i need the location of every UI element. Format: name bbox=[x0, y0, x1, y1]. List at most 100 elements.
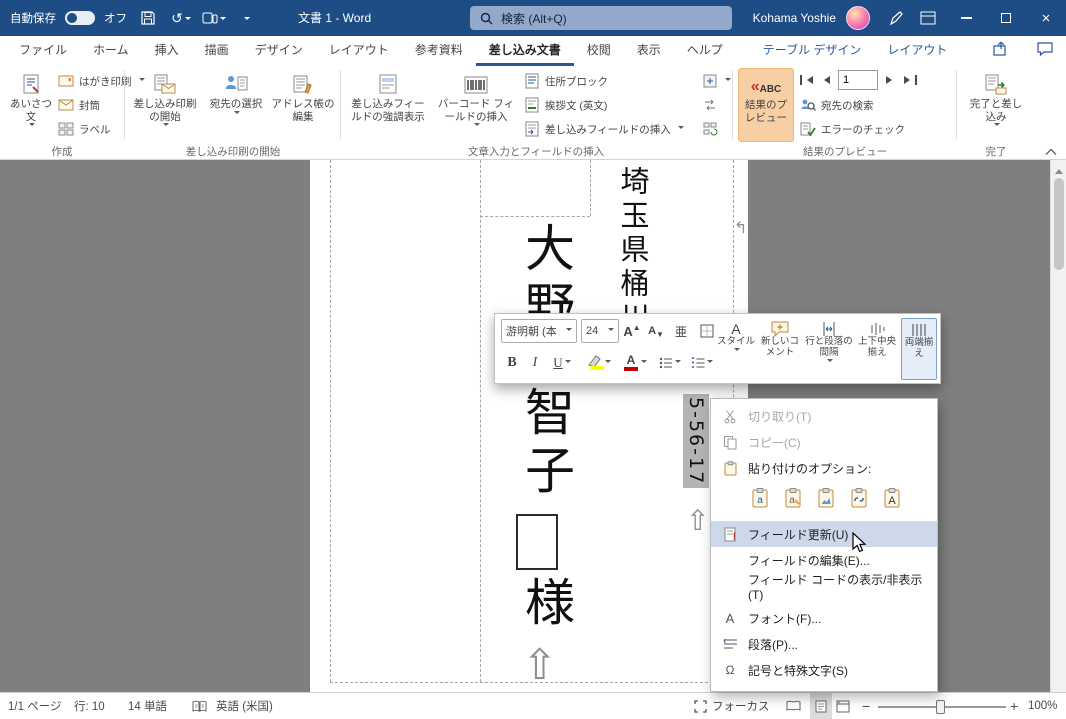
phonetic-guide-button[interactable]: 亜 bbox=[669, 319, 693, 343]
tab-table-layout[interactable]: レイアウト bbox=[874, 36, 960, 66]
tab-table-design[interactable]: テーブル デザイン bbox=[750, 36, 875, 66]
zoom-out-button[interactable]: − bbox=[862, 693, 870, 719]
insert-barcode-button[interactable]: バーコード フィールドの挿入 bbox=[434, 68, 518, 142]
avatar[interactable] bbox=[846, 6, 870, 30]
comments-button[interactable] bbox=[1036, 40, 1054, 61]
preview-results-toggle[interactable]: « ABC 結果のプレビュー bbox=[738, 68, 794, 142]
update-labels-button[interactable] bbox=[702, 118, 718, 140]
center-vertical-button[interactable]: 上下中央揃え bbox=[855, 318, 899, 380]
focus-mode-button[interactable]: フォーカス bbox=[694, 693, 770, 719]
honorific-text[interactable]: 様 bbox=[510, 576, 582, 634]
menu-item-update-field[interactable]: ! フィールド更新(U) bbox=[711, 521, 937, 547]
save-button[interactable] bbox=[136, 5, 160, 31]
first-record-button[interactable] bbox=[800, 70, 813, 90]
touch-mode-button[interactable] bbox=[202, 5, 226, 31]
insert-merge-field-button[interactable]: 差し込みフィールドの挿入 bbox=[524, 118, 684, 140]
undo-button[interactable]: ↺ bbox=[169, 5, 193, 31]
greeting-text-button[interactable]: あいさつ文 bbox=[6, 68, 56, 142]
select-recipients-button[interactable]: 宛先の選択 bbox=[204, 68, 268, 142]
tab-layout[interactable]: レイアウト bbox=[316, 36, 402, 66]
ink-pen-button[interactable] bbox=[884, 5, 908, 31]
menu-item-symbol[interactable]: Ω 記号と特殊文字(S) bbox=[711, 657, 937, 683]
tab-file[interactable]: ファイル bbox=[6, 36, 80, 66]
menu-item-toggle-field-codes[interactable]: フィールド コードの表示/非表示(T) bbox=[711, 573, 937, 602]
page-indicator[interactable]: 1/1 ページ bbox=[8, 693, 61, 719]
address-block-button[interactable]: 住所ブロック bbox=[524, 70, 608, 92]
vertical-scrollbar[interactable] bbox=[1050, 160, 1066, 692]
web-layout-button[interactable] bbox=[836, 693, 850, 719]
menu-item-edit-field[interactable]: フィールドの編集(E)... bbox=[711, 547, 937, 573]
qat-overflow-button[interactable] bbox=[235, 5, 259, 31]
font-name-combo[interactable]: 游明朝 (本 bbox=[501, 319, 577, 343]
paste-text-only-button[interactable]: A bbox=[879, 485, 905, 511]
empty-merge-field-box[interactable] bbox=[516, 514, 558, 570]
bold-button[interactable]: B bbox=[501, 350, 523, 376]
tab-mailings[interactable]: 差し込み文書 bbox=[476, 36, 574, 66]
font-color-button[interactable]: A bbox=[619, 350, 651, 376]
tab-help[interactable]: ヘルプ bbox=[674, 36, 736, 66]
recipient-name-bottom[interactable]: 智子 bbox=[510, 386, 582, 502]
recipient-address-text[interactable]: 埼玉県桶川 bbox=[612, 166, 654, 336]
share-button[interactable] bbox=[992, 40, 1010, 61]
scroll-up-icon[interactable] bbox=[1055, 165, 1063, 174]
underline-button[interactable]: U bbox=[547, 350, 577, 376]
bullets-button[interactable] bbox=[655, 350, 685, 376]
rules-button[interactable] bbox=[702, 70, 731, 92]
tab-insert[interactable]: 挿入 bbox=[142, 36, 192, 66]
paste-keep-source-button[interactable]: a bbox=[747, 485, 773, 511]
tab-references[interactable]: 参考資料 bbox=[402, 36, 476, 66]
close-button[interactable]: × bbox=[1026, 0, 1066, 36]
envelope-button[interactable]: 封筒 bbox=[58, 94, 100, 116]
line-indicator[interactable]: 行: 10 bbox=[74, 693, 105, 719]
last-record-button[interactable] bbox=[904, 70, 917, 90]
maximize-button[interactable] bbox=[986, 0, 1026, 36]
numbering-button[interactable] bbox=[687, 350, 717, 376]
find-recipient-button[interactable]: 宛先の検索 bbox=[800, 94, 874, 116]
finish-merge-button[interactable]: 完了と差し込み bbox=[964, 68, 1028, 142]
word-count[interactable]: 14 単語 bbox=[128, 693, 167, 719]
next-record-button[interactable] bbox=[886, 70, 896, 90]
minimize-button[interactable] bbox=[946, 0, 986, 36]
tab-review[interactable]: 校閲 bbox=[574, 36, 624, 66]
zoom-level[interactable]: 100% bbox=[1028, 693, 1057, 719]
italic-button[interactable]: I bbox=[525, 350, 545, 376]
start-mail-merge-button[interactable]: 差し込み印刷の開始 bbox=[130, 68, 200, 142]
labels-button[interactable]: ラベル bbox=[58, 118, 111, 140]
read-mode-button[interactable] bbox=[786, 693, 801, 719]
grow-font-button[interactable]: A ▲ bbox=[621, 319, 643, 343]
zoom-in-button[interactable]: + bbox=[1010, 693, 1018, 719]
justify-button[interactable]: 両端揃え bbox=[901, 318, 937, 380]
print-layout-button[interactable] bbox=[810, 693, 832, 719]
highlight-color-button[interactable] bbox=[583, 350, 615, 376]
language-indicator[interactable]: 英語 (米国) bbox=[216, 693, 273, 719]
zoom-slider-knob[interactable] bbox=[936, 700, 945, 714]
paste-merge-formatting-button[interactable]: a bbox=[780, 485, 806, 511]
check-errors-button[interactable]: エラーのチェック bbox=[800, 118, 905, 140]
new-comment-button[interactable]: 新しいコメント bbox=[757, 318, 803, 380]
paste-link-button[interactable] bbox=[846, 485, 872, 511]
styles-button[interactable]: A スタイル bbox=[717, 318, 755, 380]
previous-record-button[interactable] bbox=[820, 70, 830, 90]
tab-view[interactable]: 表示 bbox=[624, 36, 674, 66]
account-name[interactable]: Kohama Yoshie bbox=[753, 11, 836, 25]
ribbon-display-button[interactable] bbox=[916, 5, 940, 31]
autosave-toggle[interactable] bbox=[65, 11, 95, 25]
record-number-input[interactable] bbox=[838, 70, 878, 90]
tab-home[interactable]: ホーム bbox=[80, 36, 142, 66]
menu-item-font[interactable]: A フォント(F)... bbox=[711, 605, 937, 631]
greeting-line-button[interactable]: 挨拶文 (英文) bbox=[524, 94, 607, 116]
selected-number-field[interactable]: 5-56-17 bbox=[683, 394, 709, 489]
line-spacing-button[interactable]: 行と段落の間隔 bbox=[805, 318, 853, 380]
match-fields-button[interactable] bbox=[702, 94, 718, 116]
tab-draw[interactable]: 描画 bbox=[192, 36, 242, 66]
collapse-ribbon-button[interactable] bbox=[1040, 144, 1062, 160]
zoom-slider[interactable] bbox=[878, 700, 1006, 714]
edit-recipient-list-button[interactable]: アドレス帳の編集 bbox=[270, 68, 336, 142]
scrollbar-thumb[interactable] bbox=[1054, 178, 1064, 270]
paste-picture-button[interactable] bbox=[813, 485, 839, 511]
proofing-status[interactable] bbox=[192, 693, 207, 719]
menu-item-paragraph[interactable]: 段落(P)... bbox=[711, 631, 937, 657]
borders-button[interactable] bbox=[695, 319, 719, 343]
search-box[interactable]: 検索 (Alt+Q) bbox=[470, 6, 732, 30]
highlight-merge-fields-button[interactable]: 差し込みフィールドの強調表示 bbox=[346, 68, 430, 142]
